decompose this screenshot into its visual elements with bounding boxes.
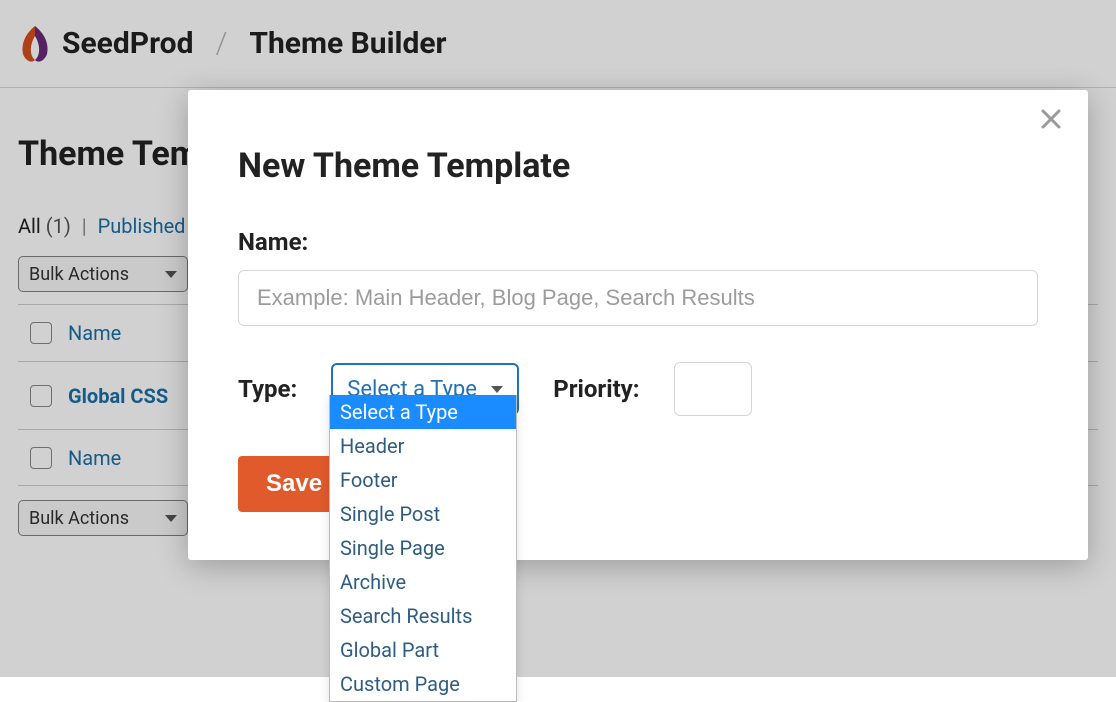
chevron-down-icon (491, 386, 503, 393)
priority-label: Priority: (553, 375, 639, 403)
type-option[interactable]: Search Results (330, 599, 516, 633)
type-option[interactable]: Global Part (330, 633, 516, 667)
new-template-modal: New Theme Template Name: Type: Select a … (188, 90, 1088, 560)
type-label: Type: (238, 375, 297, 403)
close-button[interactable] (1040, 108, 1066, 134)
type-dropdown-list: Select a Type Header Footer Single Post … (329, 395, 517, 702)
type-option[interactable]: Single Post (330, 497, 516, 531)
priority-input[interactable] (674, 362, 752, 416)
type-option[interactable]: Single Page (330, 531, 516, 565)
modal-title: New Theme Template (238, 146, 1038, 186)
type-option[interactable]: Select a Type (330, 395, 516, 429)
type-option[interactable]: Archive (330, 565, 516, 599)
type-option[interactable]: Footer (330, 463, 516, 497)
type-option[interactable]: Custom Page (330, 667, 516, 701)
name-input[interactable] (238, 270, 1038, 326)
type-option[interactable]: Header (330, 429, 516, 463)
name-label: Name: (238, 228, 1038, 256)
